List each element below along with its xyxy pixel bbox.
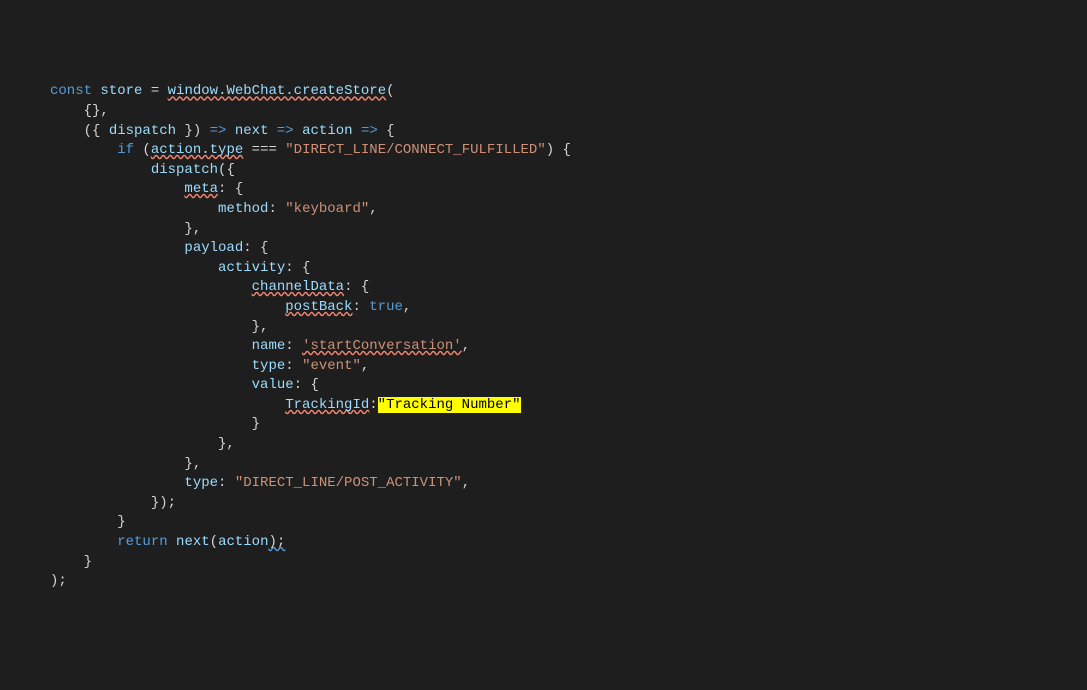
colon: : bbox=[352, 299, 369, 315]
close-brace: } bbox=[117, 514, 125, 530]
colon: : bbox=[218, 475, 235, 491]
prop-meta: meta bbox=[184, 181, 218, 197]
colon-brace: : { bbox=[243, 240, 268, 256]
equals: = bbox=[142, 83, 167, 99]
next-call: next bbox=[176, 534, 210, 550]
string-post: "DIRECT_LINE/POST_ACTIVITY" bbox=[235, 475, 462, 491]
colon: : bbox=[369, 397, 377, 413]
bool-true: true bbox=[369, 299, 403, 315]
comma: , bbox=[361, 358, 369, 374]
close-brace-comma: }, bbox=[184, 456, 201, 472]
prop-payload: payload bbox=[184, 240, 243, 256]
final-close: ); bbox=[50, 573, 67, 589]
prop-method: method bbox=[218, 201, 268, 217]
comma: , bbox=[403, 299, 411, 315]
close-obj: }); bbox=[151, 495, 176, 511]
comma: , bbox=[369, 201, 377, 217]
var-store: store bbox=[100, 83, 142, 99]
string-event: "event" bbox=[302, 358, 361, 374]
colon: : bbox=[285, 338, 302, 354]
var-dispatch: dispatch bbox=[109, 123, 176, 139]
close-brace-comma: }, bbox=[218, 436, 235, 452]
close-paren-brace: ) { bbox=[546, 142, 571, 158]
keyword-const: const bbox=[50, 83, 92, 99]
close-brace-comma: }, bbox=[252, 319, 269, 335]
close-brace: } bbox=[252, 416, 260, 432]
var-action-arg: action bbox=[218, 534, 268, 550]
string-start: 'startConversation' bbox=[302, 338, 462, 354]
colon-brace: : { bbox=[218, 181, 243, 197]
colon-brace: : { bbox=[344, 279, 369, 295]
destructure-close: }) bbox=[176, 123, 210, 139]
prop-name: name bbox=[252, 338, 286, 354]
colon: : bbox=[268, 201, 285, 217]
string-connect: "DIRECT_LINE/CONNECT_FULFILLED" bbox=[285, 142, 545, 158]
prop-activity: activity bbox=[218, 260, 285, 276]
keyword-return: return bbox=[117, 534, 167, 550]
action-type: action.type bbox=[151, 142, 243, 158]
close-brace-comma: }, bbox=[184, 221, 201, 237]
var-next: next bbox=[235, 123, 269, 139]
prop-channeldata: channelData bbox=[252, 279, 344, 295]
close-brace: } bbox=[84, 554, 92, 570]
dispatch-call: dispatch bbox=[151, 162, 218, 178]
open-obj: ({ bbox=[218, 162, 235, 178]
comma: , bbox=[462, 475, 470, 491]
destructure-open: ({ bbox=[84, 123, 109, 139]
prop-trackingid: TrackingId bbox=[285, 397, 369, 413]
comma: , bbox=[462, 338, 470, 354]
arrow: => bbox=[277, 123, 294, 139]
colon: : bbox=[285, 358, 302, 374]
close-paren-semi: ); bbox=[268, 534, 285, 550]
var-action: action bbox=[302, 123, 352, 139]
arrow: => bbox=[361, 123, 378, 139]
triple-eq: === bbox=[243, 142, 285, 158]
open-brace: { bbox=[386, 123, 394, 139]
open-paren: ( bbox=[386, 83, 394, 99]
arrow: => bbox=[210, 123, 227, 139]
prop-type: type bbox=[252, 358, 286, 374]
prop-type: type bbox=[184, 475, 218, 491]
colon-brace: : { bbox=[285, 260, 310, 276]
code-editor[interactable]: const store = window.WebChat.createStore… bbox=[50, 82, 1087, 591]
prop-postback: postBack bbox=[285, 299, 352, 315]
empty-object: {}, bbox=[84, 103, 109, 119]
string-keyboard: "keyboard" bbox=[285, 201, 369, 217]
keyword-if: if bbox=[117, 142, 134, 158]
prop-value: value bbox=[252, 377, 294, 393]
member-expr: window.WebChat.createStore bbox=[168, 83, 386, 99]
colon-brace: : { bbox=[294, 377, 319, 393]
highlighted-string: "Tracking Number" bbox=[378, 397, 521, 413]
